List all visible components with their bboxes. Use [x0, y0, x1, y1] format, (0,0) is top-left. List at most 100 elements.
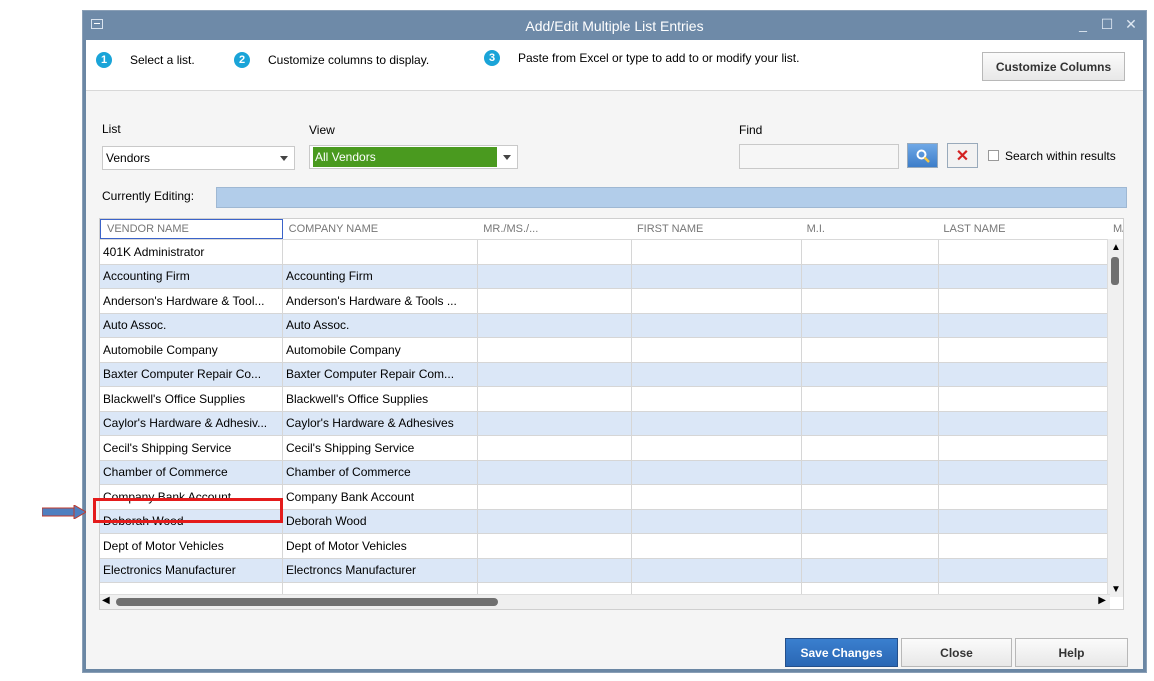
table-cell[interactable]	[802, 460, 939, 484]
company-name-cell[interactable]: Caylor's Hardware & Adhesives	[283, 411, 478, 435]
table-row[interactable]: Baxter Computer Repair Co... Baxter Compu…	[100, 362, 1110, 387]
table-row[interactable]: 401K Administrator	[100, 240, 1110, 265]
company-name-cell[interactable]: Company Bank Account	[283, 485, 478, 509]
column-header-more[interactable]: M/	[1107, 219, 1123, 239]
table-cell[interactable]	[802, 534, 939, 558]
table-cell[interactable]	[802, 289, 939, 313]
column-header-salutation[interactable]: MR./MS./...	[477, 219, 631, 239]
maximize-icon[interactable]: ☐	[1100, 16, 1114, 33]
view-select[interactable]: All Vendors	[309, 145, 518, 169]
vendor-name-cell[interactable]: Accounting Firm	[100, 264, 283, 288]
table-cell[interactable]	[632, 411, 802, 435]
table-cell[interactable]	[802, 338, 939, 362]
table-cell[interactable]	[478, 264, 632, 288]
table-cell[interactable]	[632, 264, 802, 288]
horizontal-scroll-thumb[interactable]	[116, 598, 498, 606]
table-cell[interactable]	[939, 240, 1109, 264]
table-cell[interactable]	[632, 338, 802, 362]
vendor-name-cell[interactable]: Blackwell's Office Supplies	[100, 387, 283, 411]
table-row[interactable]: Electronics Manufacturer Electroncs Manuf…	[100, 558, 1110, 583]
table-cell[interactable]	[478, 460, 632, 484]
vendor-name-cell[interactable]: Electronics Manufacturer	[100, 558, 283, 582]
table-cell[interactable]	[632, 460, 802, 484]
column-header-last-name[interactable]: LAST NAME	[937, 219, 1107, 239]
table-cell[interactable]	[478, 387, 632, 411]
vendor-name-cell[interactable]: Caylor's Hardware & Adhesiv...	[100, 411, 283, 435]
column-header-first-name[interactable]: FIRST NAME	[631, 219, 801, 239]
table-cell[interactable]	[802, 509, 939, 533]
table-cell[interactable]	[478, 436, 632, 460]
table-cell[interactable]	[632, 509, 802, 533]
table-cell[interactable]	[478, 411, 632, 435]
vendor-name-cell[interactable]: 401K Administrator	[100, 240, 283, 264]
table-cell[interactable]	[478, 509, 632, 533]
scroll-down-icon[interactable]: ▼	[1111, 584, 1121, 595]
search-button[interactable]	[907, 143, 938, 168]
close-icon[interactable]: ✕	[1124, 16, 1138, 33]
save-changes-button[interactable]: Save Changes	[785, 638, 898, 667]
column-header-mi[interactable]: M.I.	[801, 219, 938, 239]
find-input[interactable]	[739, 144, 899, 169]
table-row[interactable]: Dept of Motor Vehicles Dept of Motor Vehi…	[100, 534, 1110, 559]
table-cell[interactable]	[632, 362, 802, 386]
table-row[interactable]: Chamber of Commerce Chamber of Commerce	[100, 460, 1110, 485]
table-cell[interactable]	[939, 411, 1109, 435]
table-cell[interactable]	[632, 534, 802, 558]
table-cell[interactable]	[478, 338, 632, 362]
table-cell[interactable]	[632, 240, 802, 264]
vendor-name-cell[interactable]: Dept of Motor Vehicles	[100, 534, 283, 558]
table-cell[interactable]	[802, 362, 939, 386]
table-cell[interactable]	[802, 558, 939, 582]
table-cell[interactable]	[939, 485, 1109, 509]
company-name-cell[interactable]: Anderson's Hardware & Tools ...	[283, 289, 478, 313]
column-header-vendor-name[interactable]: VENDOR NAME	[100, 219, 283, 239]
list-select[interactable]: Vendors	[102, 146, 295, 170]
customize-columns-button[interactable]: Customize Columns	[982, 52, 1125, 81]
table-row[interactable]: Blackwell's Office Supplies Blackwell's O…	[100, 387, 1110, 412]
table-cell[interactable]	[939, 436, 1109, 460]
table-row[interactable]: Accounting Firm Accounting Firm	[100, 264, 1110, 289]
company-name-cell[interactable]: Blackwell's Office Supplies	[283, 387, 478, 411]
help-button[interactable]: Help	[1015, 638, 1128, 667]
table-cell[interactable]	[632, 387, 802, 411]
search-within-results-checkbox[interactable]	[988, 150, 999, 161]
vendor-name-cell[interactable]: Baxter Computer Repair Co...	[100, 362, 283, 386]
table-cell[interactable]	[802, 436, 939, 460]
table-cell[interactable]	[802, 240, 939, 264]
table-cell[interactable]	[939, 264, 1109, 288]
clear-find-button[interactable]: ✕	[947, 143, 978, 168]
table-cell[interactable]	[632, 558, 802, 582]
table-cell[interactable]	[802, 411, 939, 435]
table-cell[interactable]	[632, 485, 802, 509]
table-cell[interactable]	[939, 460, 1109, 484]
company-name-cell[interactable]: Auto Assoc.	[283, 313, 478, 337]
table-cell[interactable]	[802, 485, 939, 509]
table-cell[interactable]	[802, 313, 939, 337]
minimize-icon[interactable]: _	[1076, 16, 1090, 33]
column-header-company-name[interactable]: COMPANY NAME	[283, 219, 478, 239]
company-name-cell[interactable]: Automobile Company	[283, 338, 478, 362]
close-button[interactable]: Close	[901, 638, 1012, 667]
table-row[interactable]: Automobile Company Automobile Company	[100, 338, 1110, 363]
company-name-cell[interactable]: Accounting Firm	[283, 264, 478, 288]
vendor-name-cell[interactable]: Auto Assoc.	[100, 313, 283, 337]
vertical-scrollbar[interactable]: ▲ ▼	[1107, 239, 1123, 597]
table-cell[interactable]	[939, 558, 1109, 582]
horizontal-scrollbar[interactable]: ◀ ▶	[100, 594, 1110, 609]
table-row[interactable]: Auto Assoc. Auto Assoc.	[100, 313, 1110, 338]
table-row[interactable]: Anderson's Hardware & Tool... Anderson's …	[100, 289, 1110, 314]
table-cell[interactable]	[939, 534, 1109, 558]
company-name-cell[interactable]: Cecil's Shipping Service	[283, 436, 478, 460]
company-name-cell[interactable]: Chamber of Commerce	[283, 460, 478, 484]
table-cell[interactable]	[939, 313, 1109, 337]
company-name-cell[interactable]	[283, 240, 478, 264]
table-cell[interactable]	[478, 289, 632, 313]
vendor-name-cell[interactable]: Chamber of Commerce	[100, 460, 283, 484]
company-name-cell[interactable]: Dept of Motor Vehicles	[283, 534, 478, 558]
scroll-left-icon[interactable]: ◀	[102, 595, 110, 606]
table-cell[interactable]	[939, 289, 1109, 313]
table-cell[interactable]	[939, 387, 1109, 411]
table-cell[interactable]	[632, 289, 802, 313]
table-cell[interactable]	[478, 534, 632, 558]
table-row[interactable]: Cecil's Shipping Service Cecil's Shipping…	[100, 436, 1110, 461]
